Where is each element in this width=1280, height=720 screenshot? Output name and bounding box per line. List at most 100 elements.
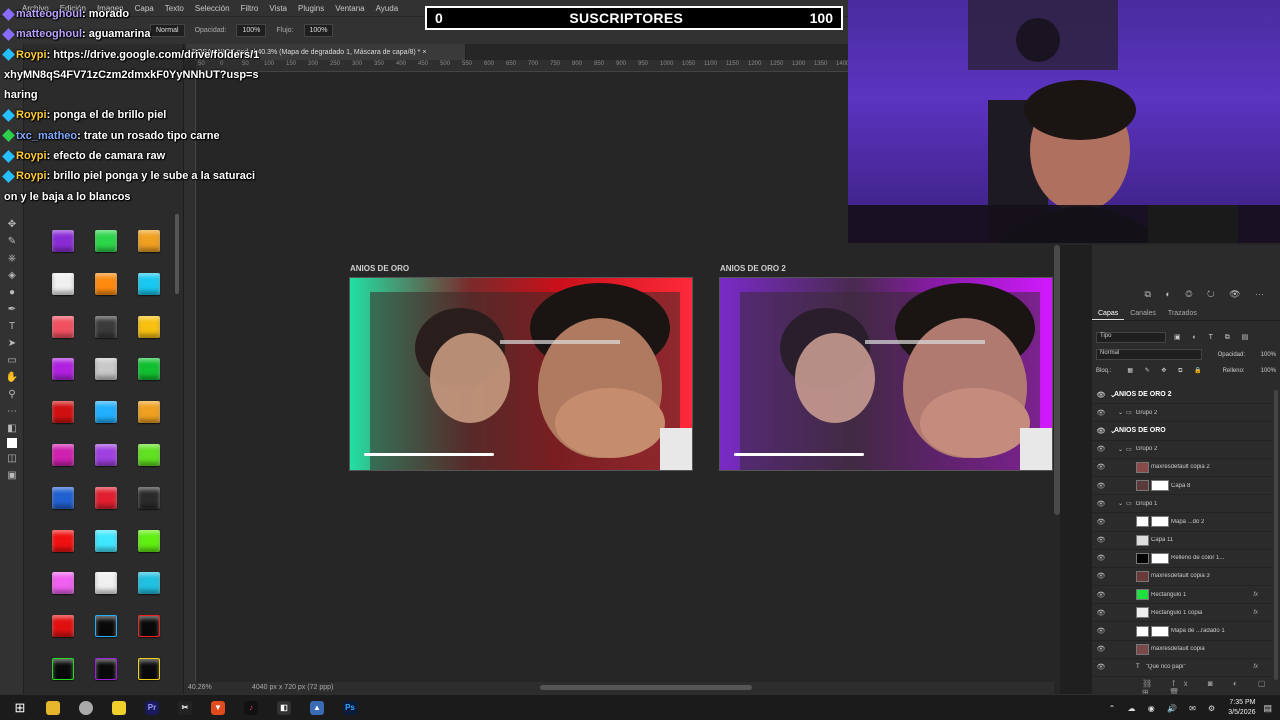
style-swatch[interactable] xyxy=(138,572,160,595)
notifications-icon[interactable]: ▤ xyxy=(1263,703,1272,714)
brave-icon[interactable]: ▼ xyxy=(205,695,231,720)
image-viewer-icon[interactable]: ▲ xyxy=(304,695,330,720)
style-swatch[interactable] xyxy=(52,230,74,252)
layer-row[interactable]: 👁 Rectángulo 1 fx xyxy=(1092,586,1272,605)
style-swatch[interactable] xyxy=(95,615,117,638)
style-swatch[interactable] xyxy=(95,358,117,381)
flow-field[interactable]: 100% xyxy=(303,24,334,37)
artboard-thumbnail[interactable] xyxy=(719,277,1053,471)
layer-opacity-value[interactable]: 100% xyxy=(1261,352,1276,358)
style-swatch[interactable] xyxy=(52,358,74,381)
visibility-eye-icon[interactable]: 👁 xyxy=(1092,609,1110,617)
layer-effects-icon[interactable]: fx xyxy=(1253,610,1258,616)
menu-item[interactable]: Plugins xyxy=(298,4,324,13)
visibility-eye-icon[interactable]: 👁 xyxy=(1092,518,1110,526)
style-swatch[interactable] xyxy=(52,486,74,509)
brush-tool-icon[interactable]: ✎ xyxy=(5,234,19,248)
lock-icons[interactable]: ▦ ✎ ✥ ⧉ 🔒 xyxy=(1127,367,1206,375)
style-swatch[interactable] xyxy=(138,272,160,295)
streaming-app-icon[interactable]: ◧ xyxy=(271,695,297,720)
style-swatch[interactable] xyxy=(95,401,117,424)
style-swatch[interactable] xyxy=(138,486,160,509)
style-swatch[interactable] xyxy=(138,315,160,338)
menu-item[interactable]: Ayuda xyxy=(376,4,399,13)
style-swatch[interactable] xyxy=(95,315,117,338)
layer-row[interactable]: 👁 maxresdefault copia 3 xyxy=(1092,568,1272,587)
style-swatch[interactable] xyxy=(138,358,160,381)
visibility-eye-icon[interactable]: 👁 xyxy=(1092,409,1110,417)
style-swatch[interactable] xyxy=(52,529,74,552)
style-swatch[interactable] xyxy=(52,401,74,424)
bucket-tool-icon[interactable]: ◈ xyxy=(5,268,19,282)
layer-effects-icon[interactable]: fx xyxy=(1253,664,1258,670)
filter-icons[interactable]: ▣ ◐ T ⧉ ▤ xyxy=(1174,333,1253,342)
layer-row[interactable]: 👁 Mapa de ...radado 1 xyxy=(1092,622,1272,641)
visibility-eye-icon[interactable]: 👁 xyxy=(1092,536,1110,544)
move-tool-icon[interactable]: ✥ xyxy=(5,217,19,231)
tiktok-icon[interactable]: ♪ xyxy=(238,695,264,720)
text-tool-icon[interactable]: T xyxy=(5,319,19,333)
rectangle-tool-icon[interactable]: ▭ xyxy=(5,353,19,367)
visibility-eye-icon[interactable]: 👁 xyxy=(1092,645,1110,653)
layer-group-row[interactable]: 👁 ⌄ ▭ Grupo 1 xyxy=(1092,495,1272,514)
layer-mask-thumbnail[interactable] xyxy=(1151,625,1169,637)
style-swatch[interactable] xyxy=(95,572,117,595)
premiere-icon[interactable]: Pr xyxy=(139,695,165,720)
file-explorer-icon[interactable] xyxy=(40,695,66,720)
style-swatch[interactable] xyxy=(95,444,117,466)
style-swatch[interactable] xyxy=(52,444,74,466)
visibility-eye-icon[interactable]: 👁 xyxy=(1092,663,1110,671)
style-swatch[interactable] xyxy=(52,658,74,680)
layer-row[interactable]: 👁 Capa 11 xyxy=(1092,532,1272,550)
layer-row[interactable]: 👁 Capa 8 xyxy=(1092,477,1272,496)
style-swatch[interactable] xyxy=(95,272,117,295)
horizontal-scrollbar[interactable] xyxy=(540,685,752,690)
style-swatch[interactable] xyxy=(95,658,117,680)
style-swatch[interactable] xyxy=(138,615,160,638)
hand-tool-icon[interactable]: ✋ xyxy=(5,370,19,384)
photoshop-icon[interactable]: Ps xyxy=(337,695,363,720)
path-select-tool-icon[interactable]: ➤ xyxy=(5,336,19,350)
layer-group-row[interactable]: 👁 ⌄ ▭ Grupo 2 xyxy=(1092,404,1272,423)
style-swatch[interactable] xyxy=(52,615,74,638)
style-swatch[interactable] xyxy=(52,572,74,595)
stamp-tool-icon[interactable]: ⎈ xyxy=(5,251,19,265)
style-swatch[interactable] xyxy=(138,658,160,680)
artboard-row[interactable]: 👁 ⌄ ANIOS DE ORO xyxy=(1092,422,1272,441)
visibility-eye-icon[interactable]: 👁 xyxy=(1092,591,1110,599)
pen-tool-icon[interactable]: ✒ xyxy=(5,302,19,316)
visibility-eye-icon[interactable]: 👁 xyxy=(1092,482,1110,490)
layer-mask-thumbnail[interactable] xyxy=(1151,552,1169,564)
clock[interactable]: 7:35 PM 3/5/2026 xyxy=(1228,698,1255,718)
capcut-icon[interactable]: ✂ xyxy=(172,695,198,720)
screen-mode-icon[interactable]: ▣ xyxy=(5,468,19,482)
visibility-eye-icon[interactable]: 👁 xyxy=(1092,463,1110,471)
layer-group-row[interactable]: 👁 ⌄ ▭ Grupo 2 xyxy=(1092,441,1272,459)
style-swatch[interactable] xyxy=(52,315,74,338)
layer-row[interactable]: 👁 maxresdefault copia 2 xyxy=(1092,459,1272,477)
artboard-label[interactable]: ANIOS DE ORO 2 xyxy=(720,264,786,273)
layer-mask-thumbnail[interactable] xyxy=(1151,480,1169,492)
styles-scrollbar[interactable] xyxy=(175,214,179,294)
visibility-eye-icon[interactable]: 👁 xyxy=(1092,627,1110,635)
layer-row[interactable]: 👁 Rectángulo 1 copia fx xyxy=(1092,604,1272,623)
panel-toolbar-icons[interactable]: ⧉ ◐ ◎ ↻ 👁 ⋯ xyxy=(1145,289,1271,300)
style-swatch[interactable] xyxy=(138,529,160,552)
visibility-eye-icon[interactable]: 👁 xyxy=(1092,427,1110,435)
layer-mask-thumbnail[interactable] xyxy=(1151,516,1169,528)
style-swatch[interactable] xyxy=(138,401,160,424)
layer-row[interactable]: 👁 T "Que rico papi" fx xyxy=(1092,659,1272,677)
artboard-row[interactable]: 👁 ⌄ ANIOS DE ORO 2 xyxy=(1092,386,1272,405)
chrome-icon[interactable] xyxy=(73,695,99,720)
notes-icon[interactable] xyxy=(106,695,132,720)
tab-capas[interactable]: Capas xyxy=(1092,307,1125,320)
artboard-label[interactable]: ANIOS DE ORO xyxy=(350,264,409,273)
visibility-eye-icon[interactable]: 👁 xyxy=(1092,445,1110,453)
artboard-thumbnail[interactable] xyxy=(349,277,693,471)
layers-scrollbar[interactable] xyxy=(1274,390,1278,680)
start-icon[interactable]: ⊞ xyxy=(7,695,33,720)
foreground-color-icon[interactable] xyxy=(7,438,17,448)
visibility-eye-icon[interactable]: 👁 xyxy=(1092,554,1110,562)
style-swatch[interactable] xyxy=(95,230,117,252)
layer-row[interactable]: 👁 Relleno de color 1... xyxy=(1092,550,1272,568)
